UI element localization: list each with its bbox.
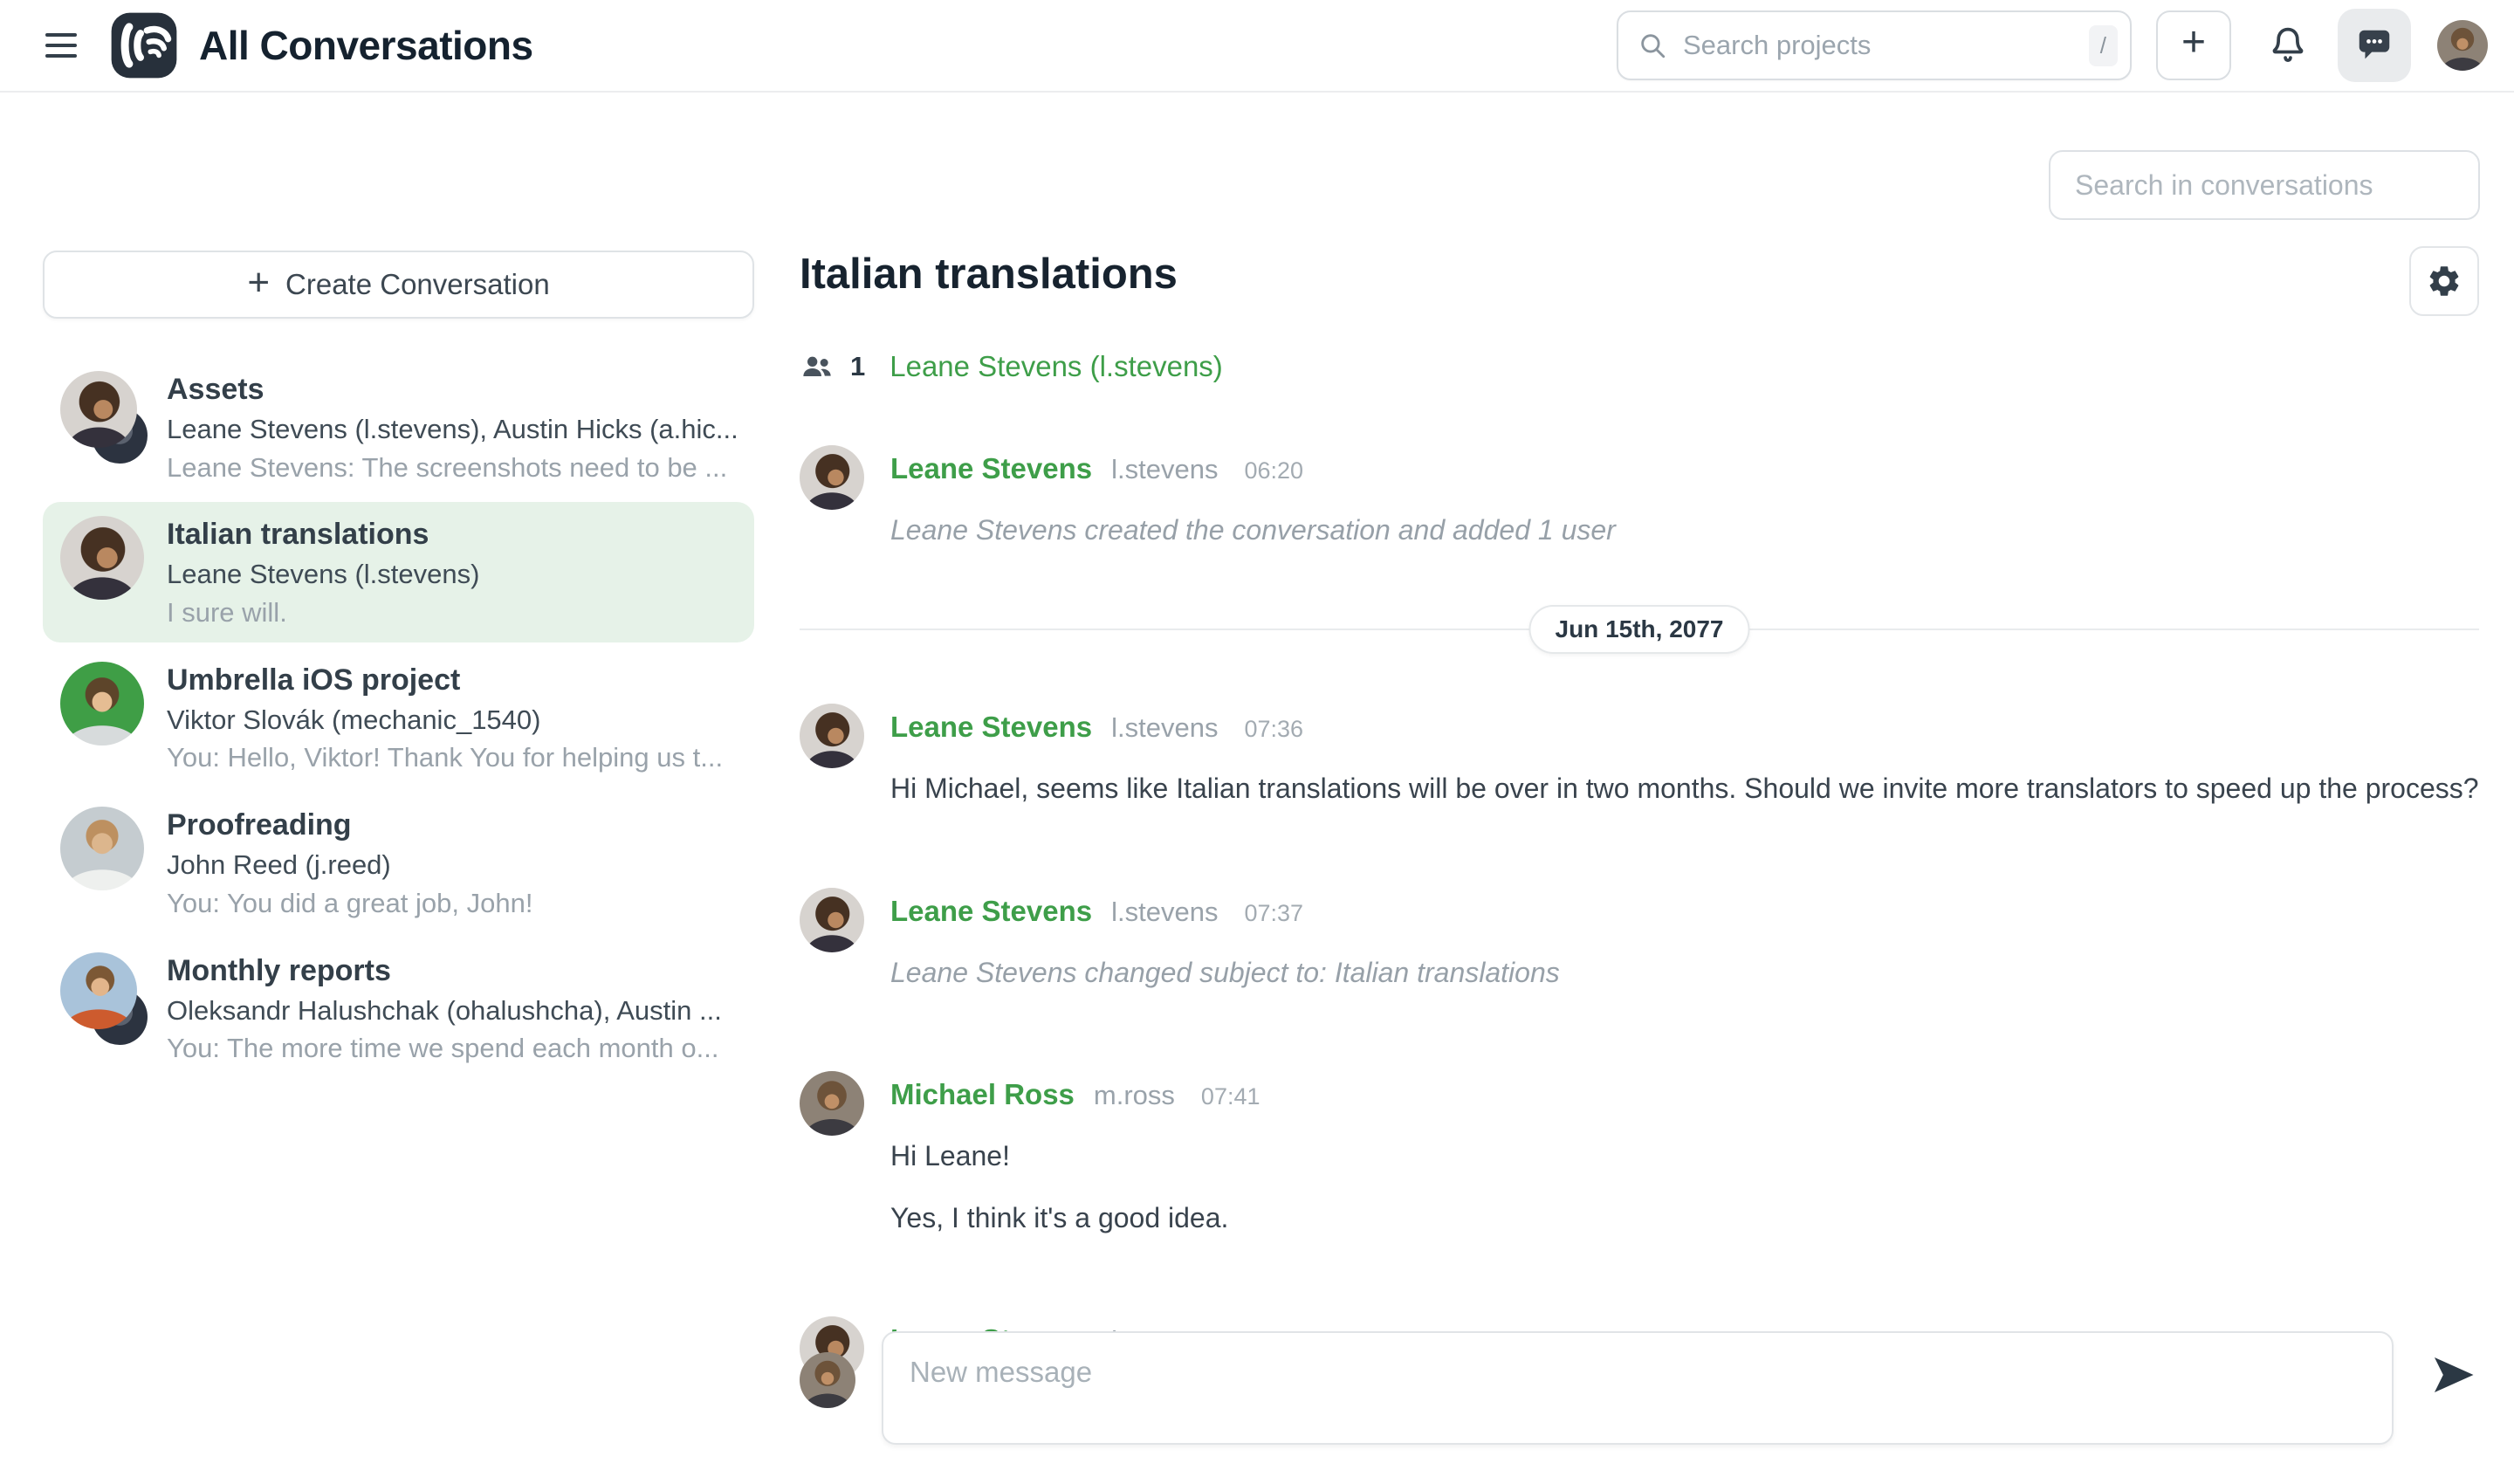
date-divider: Jun 15th, 2077 — [800, 629, 2479, 630]
conversation-members: Leane Stevens (l.stevens) — [167, 559, 479, 590]
search-icon — [1638, 31, 1667, 60]
message-author[interactable]: Leane Stevens — [890, 711, 1092, 744]
message: Michael Ross m.ross 07:41 Hi Leane! Yes,… — [800, 1071, 2479, 1238]
message: Leane Stevens l.stevens 07:37 Leane Stev… — [800, 888, 2479, 993]
conversation-title: Proofreading — [167, 808, 532, 842]
message-list: Leane Stevens l.stevens 06:20 Leane Stev… — [800, 445, 2479, 1421]
current-user-avatar — [800, 1352, 855, 1408]
conversation-title: Assets — [167, 373, 737, 407]
conversation-item-assets[interactable]: Assets Leane Stevens (l.stevens), Austin… — [43, 357, 754, 497]
search-projects-input[interactable] — [1681, 29, 2075, 62]
conversation-list: Assets Leane Stevens (l.stevens), Austin… — [43, 357, 754, 1078]
conversation-members: Viktor Slovák (mechanic_1540) — [167, 704, 723, 736]
conversation-title: Italian translations — [167, 518, 479, 552]
chat-bubble-icon — [2354, 25, 2394, 65]
conversation-last-message: You: You did a great job, John! — [167, 888, 532, 919]
search-projects-box: / — [1617, 10, 2132, 80]
keyboard-shortcut-badge: / — [2089, 25, 2118, 66]
user-avatar[interactable] — [2437, 20, 2488, 71]
avatar — [60, 662, 144, 745]
system-message-text: Leane Stevens created the conversation a… — [890, 510, 1616, 550]
message-time: 07:37 — [1244, 900, 1303, 927]
participants-icon — [800, 349, 835, 384]
message-author[interactable]: Leane Stevens — [890, 452, 1092, 485]
message-author[interactable]: Leane Stevens — [890, 895, 1092, 928]
date-divider-label: Jun 15th, 2077 — [1529, 605, 1750, 654]
send-message-button[interactable] — [2428, 1350, 2479, 1401]
avatar — [60, 516, 144, 600]
participants-count: 1 — [850, 351, 865, 382]
top-bar: All Conversations / + — [0, 0, 2514, 93]
notifications-button[interactable] — [2266, 22, 2310, 69]
message-composer — [800, 1331, 2479, 1445]
message-text: Hi Leane! — [890, 1136, 1260, 1176]
create-conversation-label: Create Conversation — [285, 268, 550, 301]
conversation-last-message: You: Hello, Viktor! Thank You for helpin… — [167, 742, 723, 773]
conversation-item-monthly-reports[interactable]: Monthly reports Oleksandr Halushchak (oh… — [43, 938, 754, 1078]
search-in-conversations-input[interactable] — [2049, 150, 2480, 220]
conversations-button-active[interactable] — [2338, 9, 2411, 82]
hamburger-menu-icon[interactable] — [45, 33, 77, 58]
conversation-last-message: I sure will. — [167, 597, 479, 629]
create-new-button[interactable]: + — [2156, 10, 2231, 80]
send-icon — [2430, 1351, 2477, 1398]
message-username: l.stevens — [1111, 897, 1218, 928]
conversations-sidebar: + Create Conversation Assets Leane Steve… — [43, 251, 754, 1078]
conversation-members: Leane Stevens (l.stevens), Austin Hicks … — [167, 414, 737, 445]
avatar — [800, 704, 864, 768]
conversation-members: Oleksandr Halushchak (ohalushcha), Austi… — [167, 995, 722, 1027]
message: Leane Stevens l.stevens 07:36 Hi Michael… — [800, 704, 2479, 808]
participants-row: 1 Leane Stevens (l.stevens) — [800, 349, 2479, 384]
avatar — [800, 888, 864, 952]
page-title: All Conversations — [199, 22, 533, 69]
conversation-heading: Italian translations — [800, 250, 1178, 299]
avatar — [800, 445, 864, 510]
bell-icon — [2266, 22, 2310, 69]
conversation-settings-button[interactable] — [2409, 246, 2479, 316]
message-time: 06:20 — [1244, 457, 1303, 484]
app-logo-icon — [110, 11, 178, 79]
message-time: 07:36 — [1244, 716, 1303, 743]
avatar — [60, 807, 144, 890]
conversation-item-umbrella-ios-project[interactable]: Umbrella iOS project Viktor Slovák (mech… — [43, 648, 754, 787]
conversation-members: John Reed (j.reed) — [167, 849, 532, 881]
conversation-title: Monthly reports — [167, 954, 722, 988]
chat-app: All Conversations / + — [0, 0, 2514, 1484]
avatar-group — [60, 952, 144, 1036]
message-username: m.ross — [1094, 1080, 1175, 1111]
search-in-conversations-box — [2049, 150, 2480, 220]
plus-icon: + — [247, 261, 270, 305]
avatar — [800, 1071, 864, 1136]
message-time: 07:41 — [1201, 1083, 1260, 1110]
message: Leane Stevens l.stevens 06:20 Leane Stev… — [800, 445, 2479, 550]
conversation-title: Umbrella iOS project — [167, 663, 723, 697]
message-text: Hi Michael, seems like Italian translati… — [890, 768, 2479, 808]
create-conversation-button[interactable]: + Create Conversation — [43, 251, 754, 319]
message-text: Yes, I think it's a good idea. — [890, 1198, 1260, 1238]
conversation-item-italian-translations-selected[interactable]: Italian translations Leane Stevens (l.st… — [43, 502, 754, 642]
participants-names-link[interactable]: Leane Stevens (l.stevens) — [890, 350, 1223, 383]
message-author[interactable]: Michael Ross — [890, 1078, 1075, 1111]
conversation-item-proofreading[interactable]: Proofreading John Reed (j.reed) You: You… — [43, 793, 754, 932]
message-username: l.stevens — [1111, 712, 1218, 744]
gear-icon — [2426, 263, 2462, 299]
system-message-text: Leane Stevens changed subject to: Italia… — [890, 952, 1560, 993]
conversation-last-message: You: The more time we spend each month o… — [167, 1033, 722, 1064]
message-username: l.stevens — [1111, 454, 1218, 485]
conversation-panel: Italian translations 1 Leane Stevens (l.… — [800, 246, 2479, 1484]
conversation-last-message: Leane Stevens: The screenshots need to b… — [167, 452, 737, 484]
avatar-group — [60, 371, 144, 455]
new-message-input[interactable] — [882, 1331, 2394, 1445]
